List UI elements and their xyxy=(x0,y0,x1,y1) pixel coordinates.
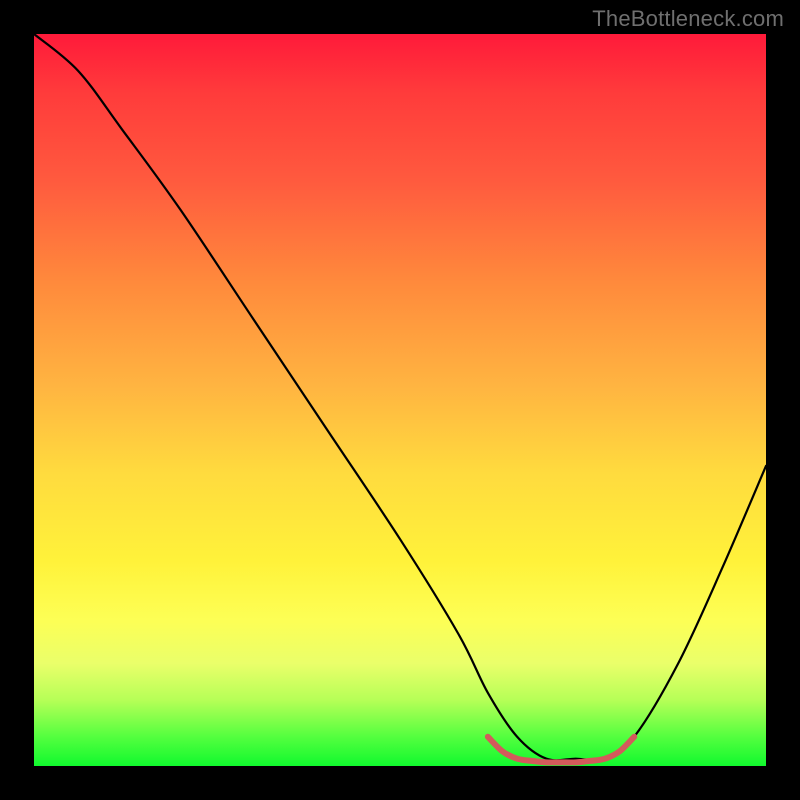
series-bottleneck-curve xyxy=(34,34,766,760)
chart-frame: TheBottleneck.com xyxy=(0,0,800,800)
curve-layer xyxy=(34,34,766,762)
series-sweet-spot-marker xyxy=(488,737,634,763)
watermark-text: TheBottleneck.com xyxy=(592,6,784,32)
chart-svg xyxy=(0,0,800,800)
